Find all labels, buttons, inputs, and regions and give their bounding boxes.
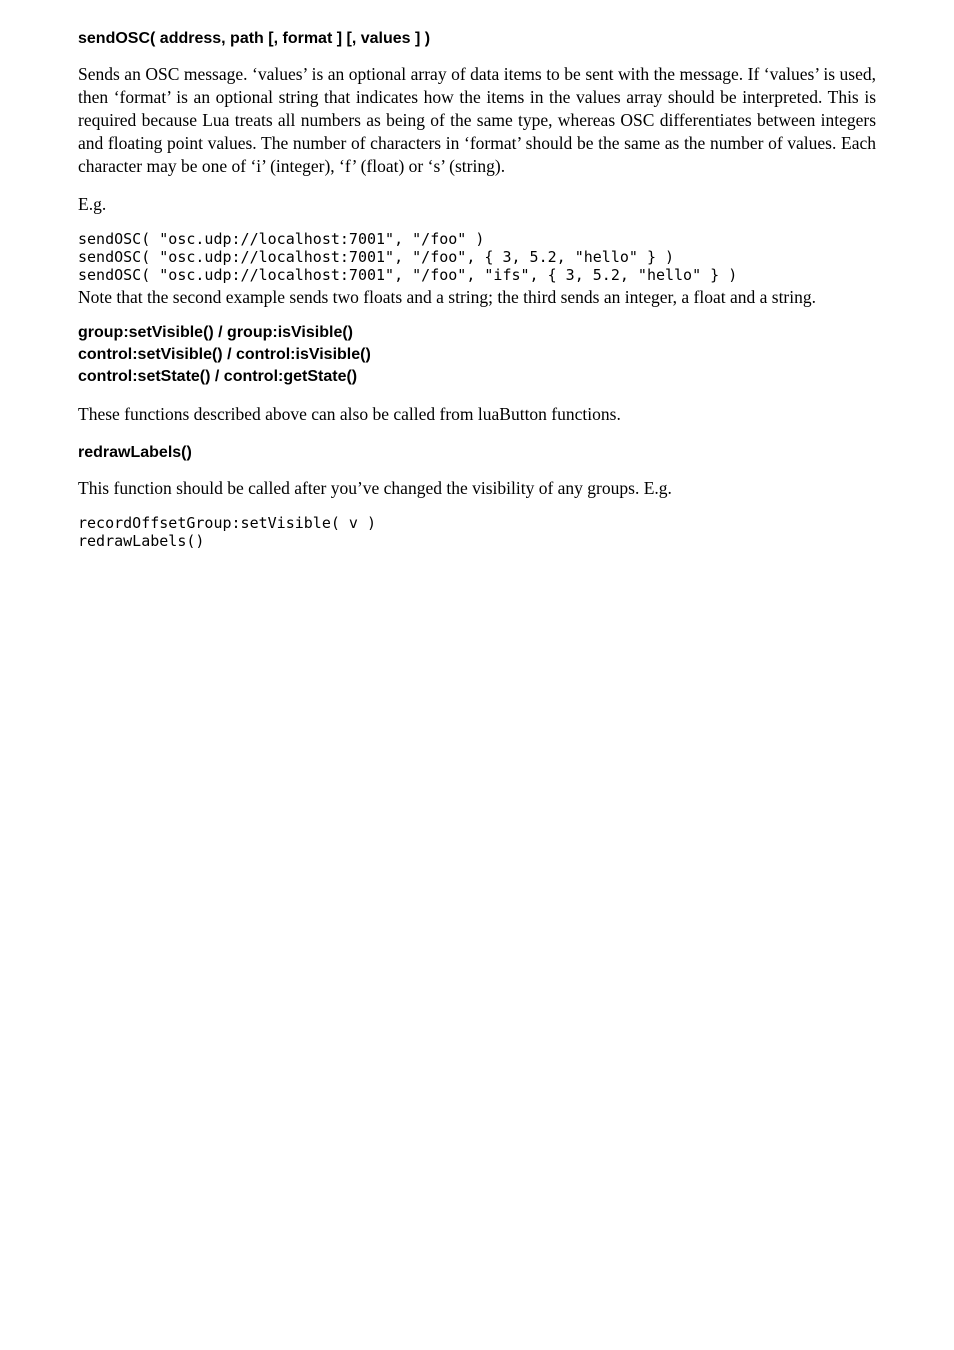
code-block-sendosc: sendOSC( "osc.udp://localhost:7001", "/f… <box>78 230 876 284</box>
paragraph-sendosc-note: Note that the second example sends two f… <box>78 286 876 309</box>
heading-redrawlabels: redrawLabels() <box>78 442 876 463</box>
heading-control-setvisible: control:setVisible() / control:isVisible… <box>78 345 876 365</box>
paragraph-redraw-desc: This function should be called after you… <box>78 477 876 500</box>
paragraph-group-desc: These functions described above can also… <box>78 403 876 426</box>
paragraph-eg-label: E.g. <box>78 193 876 216</box>
heading-group-setvisible: group:setVisible() / group:isVisible() <box>78 323 876 343</box>
code-block-redraw: recordOffsetGroup:setVisible( v ) redraw… <box>78 514 876 550</box>
paragraph-sendosc-desc: Sends an OSC message. ‘values’ is an opt… <box>78 63 876 178</box>
heading-control-setstate: control:setState() / control:getState() <box>78 367 876 387</box>
heading-sendosc: sendOSC( address, path [, format ] [, va… <box>78 28 876 49</box>
